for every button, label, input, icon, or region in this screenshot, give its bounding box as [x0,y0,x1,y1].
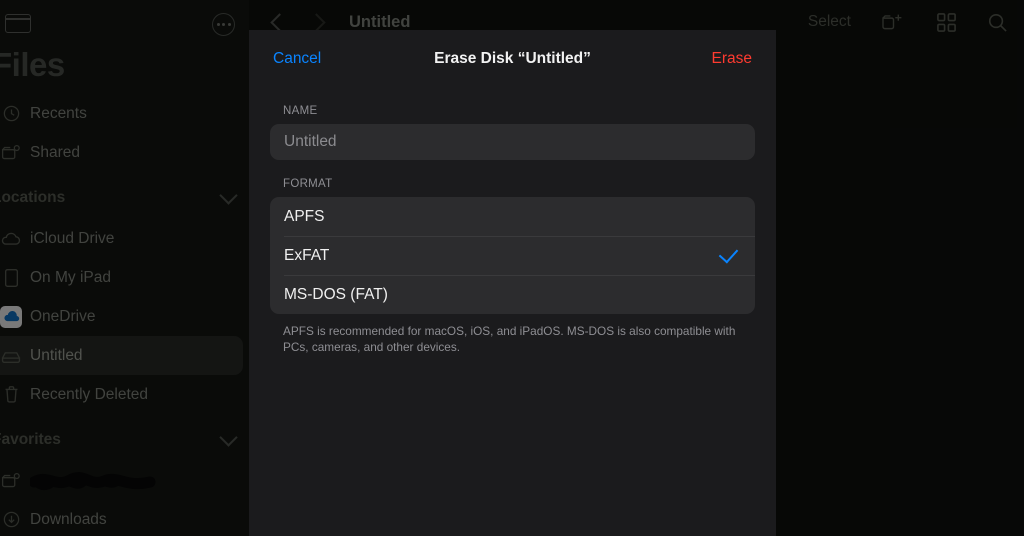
new-folder-icon[interactable] [881,12,906,33]
sidebar-item-redacted-favorite[interactable] [0,461,249,500]
shared-folder-icon [0,143,30,162]
sidebar-item-onedrive[interactable]: OneDrive [0,297,249,336]
screen: Files Recents Shared ocations iCloud Dri… [0,0,1024,536]
format-option-label: ExFAT [284,246,330,264]
sidebar-item-label: Recents [30,104,87,122]
sidebar-item-label: Shared [30,143,80,161]
sidebar-item-recently-deleted[interactable]: Recently Deleted [0,375,249,414]
search-icon[interactable] [987,12,1008,33]
erase-disk-modal: Cancel Erase Disk “Untitled” Erase NAME … [249,30,776,536]
breadcrumb: Untitled [349,12,411,31]
onedrive-icon [0,305,30,328]
trash-icon [0,385,30,404]
grid-view-icon[interactable] [936,12,957,33]
page-title: Files [0,46,65,83]
redaction-scribble [30,468,158,494]
sidebar: Files Recents Shared ocations iCloud Dri… [0,0,249,536]
modal-title: Erase Disk “Untitled” [434,49,591,67]
chevron-right-icon[interactable] [307,12,326,32]
name-input-placeholder: Untitled [284,133,337,150]
format-option-exfat[interactable]: ExFAT [270,236,755,275]
format-option-msdos-fat[interactable]: MS-DOS (FAT) [270,275,755,314]
name-section-label: NAME [283,105,318,117]
ipad-icon [0,268,30,288]
external-drive-icon [0,348,30,364]
sidebar-item-icloud-drive[interactable]: iCloud Drive [0,219,249,258]
sidebar-item-label: On My iPad [30,268,111,286]
erase-button[interactable]: Erase [712,50,753,68]
sidebar-section-label: Locations [0,189,66,206]
format-footer-text: APFS is recommended for macOS, iOS, and … [283,324,736,355]
sidebar-item-label: Downloads [30,510,107,528]
sidebar-item-recents[interactable]: Recents [0,94,249,133]
clock-icon [0,104,30,123]
sidebar-section-locations[interactable]: Locations [0,177,249,219]
select-button[interactable]: Select [808,13,851,31]
sidebar-item-on-my-ipad[interactable]: On My iPad [0,258,249,297]
download-circle-icon [0,510,30,529]
cancel-button[interactable]: Cancel [273,50,321,68]
modal-header: Cancel Erase Disk “Untitled” Erase [249,30,776,87]
sidebar-item-untitled[interactable]: Untitled [0,336,243,375]
sidebar-item-label: iCloud Drive [30,229,115,247]
chevron-down-icon[interactable] [219,186,238,205]
shared-folder-icon [0,471,30,490]
sidebar-item-label: Untitled [30,346,83,364]
format-section-label: FORMAT [283,178,333,190]
cloud-icon [0,231,30,247]
format-option-list: APFS ExFAT MS-DOS (FAT) [270,197,755,314]
checkmark-icon [718,243,739,264]
sidebar-topbar [0,0,249,40]
sidebar-toggle-icon[interactable] [5,14,31,33]
name-field[interactable]: Untitled [270,124,755,160]
format-option-apfs[interactable]: APFS [270,197,755,236]
sidebar-item-label: Recently Deleted [30,385,149,403]
sidebar-item-downloads[interactable]: Downloads [0,500,249,536]
format-option-label: APFS [284,207,325,225]
format-option-label: MS-DOS (FAT) [284,285,388,303]
ellipsis-circle-icon[interactable] [212,13,235,36]
sidebar-section-label: Favorites [0,431,61,448]
chevron-down-icon[interactable] [219,428,238,447]
sidebar-section-favorites[interactable]: Favorites [0,419,249,461]
sidebar-item-label: OneDrive [30,307,96,325]
sidebar-item-shared[interactable]: Shared [0,133,249,172]
chevron-left-icon[interactable] [270,12,289,32]
